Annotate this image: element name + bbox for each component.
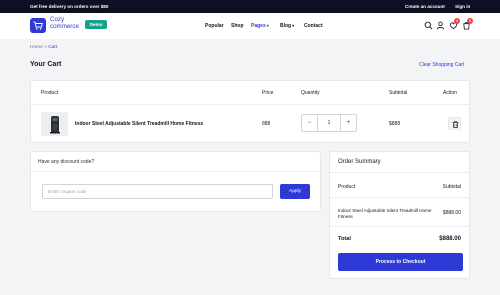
apply-button[interactable]: Apply: [280, 184, 310, 199]
product-price: 888: [262, 121, 271, 127]
summary-item-name: Indoor Steel Adjustable Silent Treadmill…: [338, 208, 432, 219]
coupon-input[interactable]: Enter coupon code: [42, 184, 273, 199]
breadcrumb-separator: >: [44, 45, 47, 50]
clear-cart-link[interactable]: Clear Shopping Cart: [419, 62, 464, 68]
trash-icon: [452, 121, 459, 128]
breadcrumb: Home > Cart: [30, 45, 57, 50]
product-image[interactable]: [41, 112, 68, 136]
divider: [330, 197, 469, 198]
nav-pages[interactable]: Pages▾: [251, 23, 269, 29]
cart-table: Product Price Quantity Subtotal Action I…: [30, 80, 470, 143]
search-icon[interactable]: [424, 21, 433, 30]
header-subtotal: Subtotal: [389, 90, 408, 96]
total-label: Total: [338, 236, 351, 242]
header-quantity: Quantity: [301, 90, 320, 96]
header-product: Product: [41, 90, 59, 96]
header-price: Price: [262, 90, 274, 96]
promo-text: Get free delivery on orders over $80: [30, 4, 109, 9]
quantity-value[interactable]: 1: [318, 115, 340, 131]
summary-item-price: $888.00: [442, 210, 461, 216]
quantity-plus-button[interactable]: +: [340, 115, 356, 131]
cart-count-badge: 1: [467, 18, 473, 24]
nav-contact[interactable]: Contact: [304, 23, 323, 29]
demo-badge: Demo: [85, 20, 107, 29]
top-bar: Get free delivery on orders over $80 Cre…: [0, 0, 500, 13]
header-action: Action: [443, 90, 457, 96]
summary-product-header: Product: [338, 184, 356, 190]
discount-title: Have any discount code?: [38, 159, 95, 165]
chevron-down-icon: ▾: [292, 23, 295, 28]
chevron-down-icon: ▾: [266, 23, 269, 28]
product-subtotal: $888: [389, 121, 401, 127]
total-value: $888.00: [439, 236, 461, 242]
nav-blog[interactable]: Blog▾: [280, 23, 294, 29]
quantity-minus-button[interactable]: −: [302, 115, 318, 131]
product-name[interactable]: Indoor Steel Adjustable Silent Treadmill…: [75, 121, 203, 127]
checkout-button[interactable]: Process to Checkout: [338, 253, 463, 271]
remove-item-button[interactable]: [448, 117, 461, 130]
logo-text[interactable]: Cozy commerce: [50, 16, 79, 30]
divider: [330, 172, 469, 173]
nav-pages-label: Pages: [251, 23, 266, 29]
nav-shop[interactable]: Shop: [231, 23, 244, 29]
divider: [330, 226, 469, 227]
discount-card: Have any discount code? Enter coupon cod…: [30, 151, 321, 212]
logo-icon[interactable]: [30, 18, 46, 33]
quantity-stepper: − 1 +: [301, 114, 357, 132]
logo-line-2: commerce: [50, 22, 79, 30]
sign-in-link[interactable]: Sign in: [455, 4, 470, 9]
breadcrumb-current: Cart: [48, 45, 58, 50]
row-divider: [31, 104, 469, 105]
order-summary: Order Summary Product Subtotal Indoor St…: [329, 151, 470, 279]
breadcrumb-home[interactable]: Home: [30, 45, 43, 50]
site-header: Cozy commerce Demo Popular Shop Pages▾ B…: [0, 13, 500, 39]
summary-title: Order Summary: [338, 159, 381, 165]
divider: [31, 171, 320, 172]
treadmill-icon: [50, 116, 60, 134]
user-icon[interactable]: [436, 21, 445, 30]
wishlist-count-badge: 1: [454, 18, 460, 24]
page-title: Your Cart: [30, 61, 62, 68]
nav-popular[interactable]: Popular: [205, 23, 224, 29]
summary-subtotal-header: Subtotal: [442, 184, 461, 190]
create-account-link[interactable]: Create an account: [405, 4, 445, 9]
nav-blog-label: Blog: [280, 23, 292, 29]
